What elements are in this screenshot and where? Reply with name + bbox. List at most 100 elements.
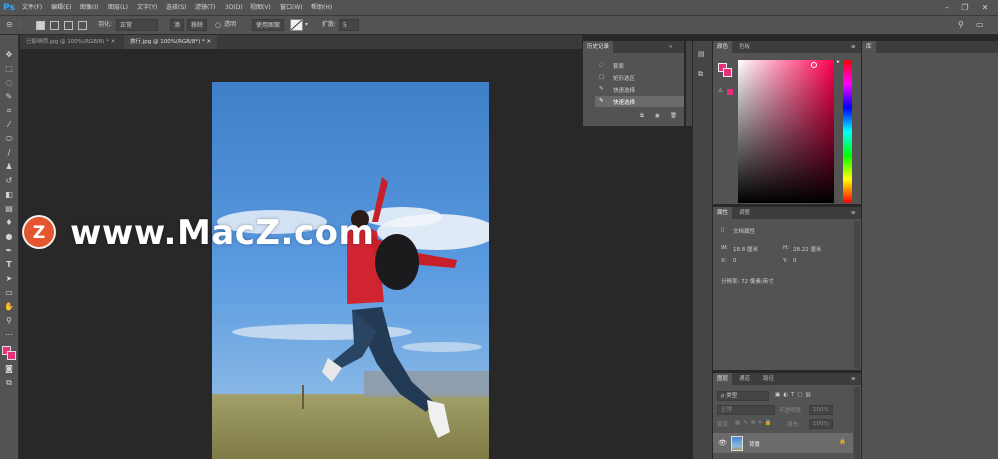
properties-panel-icon[interactable]: ⧉	[698, 70, 703, 79]
history-item[interactable]: 矩形选区	[613, 74, 635, 82]
marquee-tool-icon[interactable]: ⬚	[3, 63, 15, 75]
tab-channels[interactable]: 通道	[735, 373, 754, 385]
menu-select[interactable]: 选择(S)	[166, 3, 187, 13]
layers-scrollbar[interactable]	[854, 387, 860, 459]
properties-scrollbar[interactable]	[854, 221, 860, 369]
eyedropper-tool-icon[interactable]: ⁄	[3, 119, 15, 131]
quick-mask-icon[interactable]: ◙	[3, 363, 15, 375]
stamp-tool-icon[interactable]: ♟	[3, 161, 15, 173]
new-selection-icon[interactable]	[36, 21, 45, 30]
history-item[interactable]: 套索	[613, 62, 624, 70]
width-value[interactable]: 18.8 厘米	[733, 245, 758, 253]
library-title[interactable]: 库	[862, 41, 876, 53]
menu-view[interactable]: 视图(V)	[250, 3, 271, 13]
type-tool-icon[interactable]: T	[3, 259, 15, 271]
panel-collapse-icon[interactable]: »	[669, 44, 672, 50]
minimize-button[interactable]: –	[942, 3, 952, 13]
tab-adjustments[interactable]: 调整	[735, 207, 754, 219]
menu-window[interactable]: 窗口(W)	[280, 3, 303, 13]
menu-layer[interactable]: 图层(L)	[108, 3, 128, 13]
menu-type[interactable]: 文字(Y)	[137, 3, 157, 13]
history-scrollbar[interactable]	[686, 41, 692, 126]
hue-slider[interactable]	[843, 60, 852, 203]
pen-tool-icon[interactable]: ✒	[3, 245, 15, 257]
close-button[interactable]: ✕	[980, 3, 990, 13]
document-image[interactable]	[212, 82, 489, 459]
more-tools-icon[interactable]: ⋯	[3, 329, 15, 341]
opacity-input[interactable]: 100%	[809, 405, 833, 415]
new-document-icon[interactable]: ⧉	[640, 113, 644, 120]
background-color-swatch[interactable]	[7, 351, 16, 360]
bg-color-swatch[interactable]	[723, 68, 732, 77]
history-item-selected[interactable]	[595, 96, 684, 107]
intersect-selection-icon[interactable]	[78, 21, 87, 30]
add-selection-icon[interactable]	[50, 21, 59, 30]
chevron-down-icon[interactable]: ▾	[305, 19, 308, 31]
path-select-tool-icon[interactable]: ➤	[3, 273, 15, 285]
menu-image[interactable]: 图像(I)	[80, 3, 98, 13]
tab-color[interactable]: 颜色	[713, 41, 733, 53]
menu-help[interactable]: 帮助(H)	[311, 3, 332, 13]
tool-preset-icon[interactable]: ⊝	[6, 19, 13, 31]
dodge-tool-icon[interactable]: ●	[3, 231, 15, 243]
brush-tool-icon[interactable]: ∕	[3, 147, 15, 159]
color-picker-cursor[interactable]	[811, 62, 817, 68]
move-tool-icon[interactable]: ✥	[3, 49, 15, 61]
workspace-icon[interactable]: ▭	[976, 19, 984, 31]
history-item[interactable]: 快速选择	[613, 86, 635, 94]
menu-edit[interactable]: 编辑(E)	[51, 3, 71, 13]
quick-select-tool-icon[interactable]: ✎	[3, 91, 15, 103]
tab-layers[interactable]: 图层	[713, 373, 733, 385]
color-picker-field[interactable]	[738, 60, 834, 203]
tab-document-1[interactable]: 已影响项.jpg @ 100%(RGB/8) * ✕	[20, 35, 121, 49]
tab-document-2[interactable]: 旅行.jpg @ 100%(RGB/8*) * ✕	[124, 35, 218, 49]
tab-paths[interactable]: 路径	[759, 373, 778, 385]
blend-mode-select[interactable]: 正常	[717, 405, 775, 415]
eraser-tool-icon[interactable]: ◧	[3, 189, 15, 201]
mode-select[interactable]: 正常	[116, 19, 158, 31]
trash-icon[interactable]: 🗑	[670, 113, 677, 119]
lasso-tool-icon[interactable]: ◌	[3, 77, 15, 89]
expand-input[interactable]: 5	[339, 19, 359, 31]
use-pattern-button[interactable]: 使用图案	[252, 19, 285, 31]
panel-menu-icon[interactable]: ≡	[851, 210, 856, 216]
tab-properties[interactable]: 属性	[713, 207, 733, 219]
gamut-color-swatch[interactable]	[727, 89, 733, 95]
history-brush-tool-icon[interactable]: ↺	[3, 175, 15, 187]
snapshot-icon[interactable]: ◉	[655, 113, 660, 119]
hand-tool-icon[interactable]: ✋	[3, 301, 15, 313]
subtract-selection-icon[interactable]	[64, 21, 73, 30]
search-icon[interactable]: ⚲	[958, 19, 964, 31]
history-item[interactable]: 快速选择	[613, 98, 635, 106]
hue-slider-arrow-icon[interactable]: ▸	[837, 59, 840, 65]
screen-mode-icon[interactable]: ⧉	[3, 377, 15, 389]
restore-button[interactable]: ❐	[960, 3, 970, 13]
x-value[interactable]: 0	[733, 258, 737, 264]
lock-icons[interactable]: ▦✎✥⌗🔒	[735, 420, 774, 427]
shape-tool-icon[interactable]: ▭	[3, 287, 15, 299]
blur-tool-icon[interactable]: ♦	[3, 217, 15, 229]
panel-menu-icon[interactable]: ≡	[851, 376, 856, 382]
crop-tool-icon[interactable]: ⌗	[3, 105, 15, 117]
tab-swatches[interactable]: 色板	[735, 41, 754, 53]
history-panel-title[interactable]: 历史记录	[583, 41, 614, 53]
y-value[interactable]: 0	[793, 258, 797, 264]
layer-name[interactable]: 背景	[749, 440, 760, 448]
transparent-checkbox-icon[interactable]: ○	[215, 19, 221, 31]
menu-file[interactable]: 文件(F)	[22, 3, 42, 13]
healing-tool-icon[interactable]: ⬭	[3, 133, 15, 145]
pattern-swatch[interactable]	[290, 19, 303, 31]
layer-kind-filter[interactable]: ρ 类型	[717, 391, 769, 401]
menu-filter[interactable]: 滤镜(T)	[195, 3, 215, 13]
menu-3d[interactable]: 3D(D)	[225, 3, 243, 13]
zoom-tool-icon[interactable]: ⚲	[3, 315, 15, 327]
history-panel-icon[interactable]: ▤	[698, 50, 705, 58]
gradient-tool-icon[interactable]: ▤	[3, 203, 15, 215]
panel-menu-icon[interactable]: ≡	[851, 44, 856, 50]
eye-icon[interactable]: 👁	[718, 439, 727, 447]
layer-filter-icons[interactable]: ▣◐T▢▥	[775, 392, 814, 398]
fill-input[interactable]: 100%	[809, 419, 833, 429]
layer-row-background[interactable]: 👁 背景 🔒	[713, 433, 853, 453]
remove-button[interactable]: 移除	[187, 19, 208, 31]
add-button[interactable]: 添	[170, 19, 185, 31]
